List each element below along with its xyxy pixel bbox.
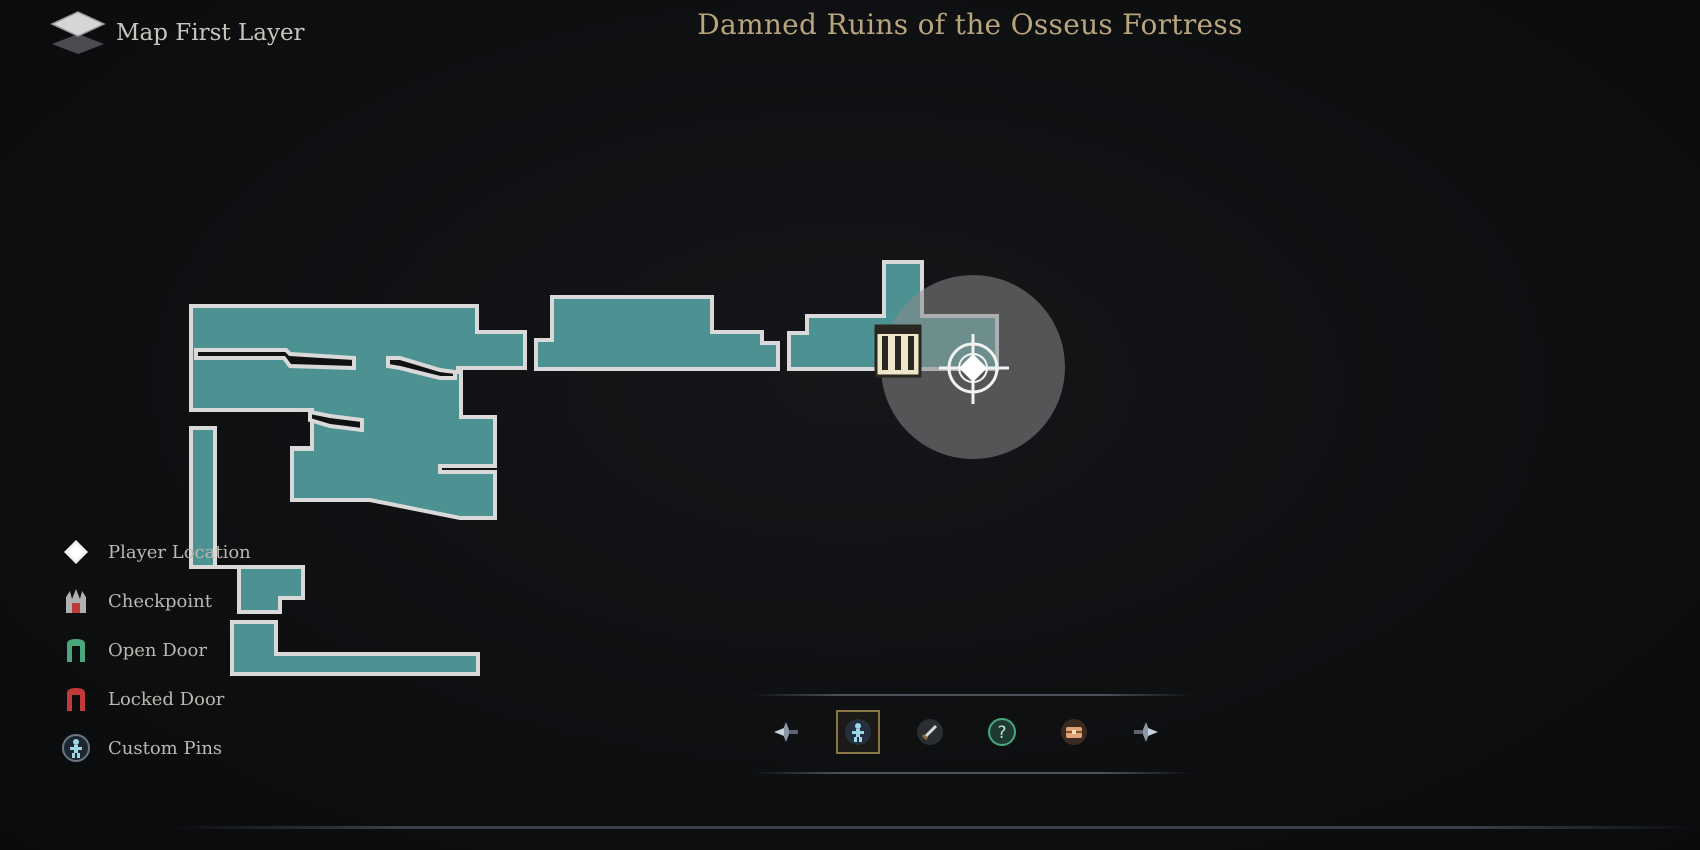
map-room-middle: [534, 295, 780, 371]
question-icon: ?: [988, 718, 1016, 746]
legend-label: Locked Door: [108, 688, 225, 710]
legend-player-location: Player Location: [60, 538, 251, 566]
filter-nav-left-button[interactable]: [764, 710, 808, 754]
svg-text:?: ?: [997, 723, 1006, 743]
checkpoint-icon: [60, 585, 92, 617]
map-legend: Player Location Checkpoint Open Door Loc…: [60, 538, 251, 783]
nav-right-icon: [1134, 722, 1158, 742]
filter-bar-bottom-rule: [752, 772, 1192, 774]
legend-label: Checkpoint: [108, 590, 212, 612]
nav-left-icon: [774, 722, 798, 742]
legend-checkpoint: Checkpoint: [60, 587, 251, 615]
custom-pin-icon: [60, 732, 92, 764]
map-room-left-complex: [189, 304, 527, 520]
locked-door-icon: [60, 683, 92, 715]
filter-sword-button[interactable]: [908, 710, 952, 754]
sword-icon: [917, 719, 943, 745]
legend-label: Open Door: [108, 639, 207, 661]
filter-custom-pins-button[interactable]: [836, 710, 880, 754]
legend-label: Custom Pins: [108, 737, 223, 759]
bottom-ornament: [170, 826, 1700, 829]
custom-pin-filter-icon: [845, 719, 871, 745]
filter-bar-top-rule: [752, 694, 1192, 696]
open-door-icon: [60, 634, 92, 666]
legend-open-door: Open Door: [60, 636, 251, 664]
legend-locked-door: Locked Door: [60, 685, 251, 713]
map-filter-bar: ?: [752, 688, 1192, 788]
filter-nav-right-button[interactable]: [1124, 710, 1168, 754]
filter-chest-button[interactable]: [1052, 710, 1096, 754]
player-location-icon: [60, 536, 92, 568]
legend-custom-pins: Custom Pins: [60, 734, 251, 762]
legend-label: Player Location: [108, 541, 251, 563]
chest-icon: [1061, 719, 1087, 745]
gate-marker[interactable]: [874, 324, 922, 378]
filter-question-button[interactable]: ?: [980, 710, 1024, 754]
